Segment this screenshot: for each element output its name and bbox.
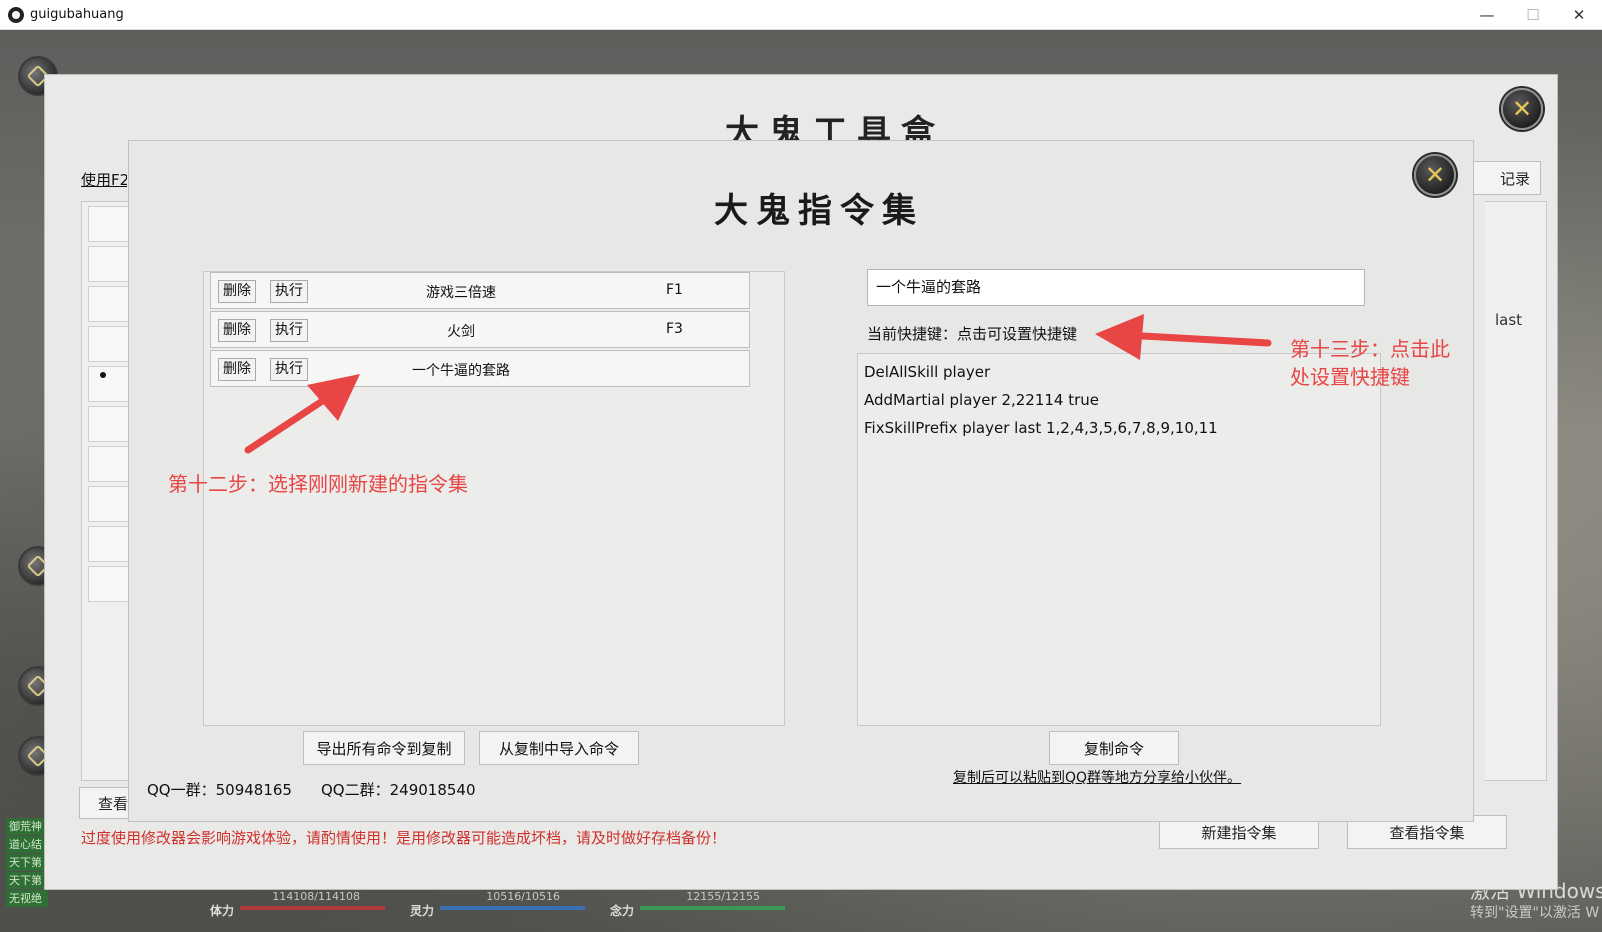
hotkey-setting-label[interactable]: 当前快捷键：点击可设置快捷键 xyxy=(867,323,1077,344)
side-status-tags: 御荒神 道心结 天下第 天下第 无视绝 xyxy=(6,818,48,908)
delete-button[interactable]: 删除 xyxy=(218,280,256,303)
qq-group-1: QQ一群：50948165 xyxy=(147,781,292,799)
status-tag[interactable]: 御荒神 xyxy=(6,818,48,835)
import-button[interactable]: 从复制中导入命令 xyxy=(479,731,639,765)
command-set-hotkey: F1 xyxy=(666,282,683,298)
command-set-row[interactable]: 删除 执行 游戏三倍速 F1 xyxy=(210,272,750,309)
step13-annotation-line1: 第十三步：点击此 xyxy=(1290,337,1450,361)
close-x-icon[interactable]: ✕ xyxy=(1414,154,1456,196)
command-line: AddMartial player 2,22114 true xyxy=(864,391,1100,409)
stat-fill xyxy=(640,906,785,910)
status-tag[interactable]: 道心结 xyxy=(6,836,48,853)
command-set-list: 删除 执行 游戏三倍速 F1 删除 执行 火剑 F3 删除 执行 一个牛逼的套路 xyxy=(203,271,785,726)
toolbox-hint: 使用F2 xyxy=(81,171,127,189)
window-title: guigubahuang xyxy=(30,7,124,22)
dialog-title: 大鬼指令集 xyxy=(714,191,924,231)
command-set-row[interactable]: 删除 执行 一个牛逼的套路 xyxy=(210,350,750,387)
status-tag[interactable]: 天下第 xyxy=(6,872,48,889)
command-set-name: 游戏三倍速 xyxy=(426,285,496,301)
stat-value: 114108/114108 xyxy=(272,890,360,903)
stat-fill xyxy=(440,906,585,910)
run-button[interactable]: 执行 xyxy=(270,319,308,342)
status-tag[interactable]: 无视绝 xyxy=(6,890,48,907)
command-set-name-input[interactable]: 一个牛逼的套路 xyxy=(867,269,1365,306)
run-button[interactable]: 执行 xyxy=(270,280,308,303)
stat-mp: 10516/10516 灵力 xyxy=(400,890,590,922)
stat-label: 体力 xyxy=(210,904,235,918)
toolbox-last-text: last xyxy=(1495,311,1523,329)
delete-button[interactable]: 删除 xyxy=(218,358,256,381)
qq-group-2: QQ二群：249018540 xyxy=(321,781,476,799)
warning-text: 过度使用修改器会影响游戏体验，请酌情使用！是用修改器可能造成坏档，请及时做好存档… xyxy=(81,829,727,847)
window-controls: — ☐ ✕ xyxy=(1464,0,1602,30)
stat-hp: 114108/114108 体力 xyxy=(200,890,390,922)
stat-value: 12155/12155 xyxy=(686,890,760,903)
command-set-name: 一个牛逼的套路 xyxy=(412,363,510,379)
stat-focus: 12155/12155 念力 xyxy=(600,890,790,922)
stat-label: 灵力 xyxy=(410,904,435,918)
app-logo-icon xyxy=(8,6,24,23)
close-window-button[interactable]: ✕ xyxy=(1556,0,1602,30)
close-x-icon[interactable]: ✕ xyxy=(1501,88,1543,130)
selection-bullet-icon xyxy=(100,372,106,378)
command-set-row[interactable]: 删除 执行 火剑 F3 xyxy=(210,311,750,348)
window-titlebar: guigubahuang — ☐ ✕ xyxy=(0,0,1602,30)
stat-fill xyxy=(240,906,385,910)
player-stats-bar: 114108/114108 体力 10516/10516 灵力 12155/12… xyxy=(200,890,785,922)
command-line: FixSkillPrefix player last 1,2,4,3,5,6,7… xyxy=(864,419,1218,437)
commands-textarea[interactable]: DelAllSkill player AddMartial player 2,2… xyxy=(857,353,1381,726)
minimize-button[interactable]: — xyxy=(1464,0,1510,30)
copy-commands-button[interactable]: 复制命令 xyxy=(1049,731,1179,765)
delete-button[interactable]: 删除 xyxy=(218,319,256,342)
stat-value: 10516/10516 xyxy=(486,890,560,903)
command-set-name: 火剑 xyxy=(447,324,475,340)
command-set-hotkey: F3 xyxy=(666,321,683,337)
status-tag[interactable]: 天下第 xyxy=(6,854,48,871)
run-button[interactable]: 执行 xyxy=(270,358,308,381)
stat-label: 念力 xyxy=(610,904,635,918)
copy-hint: 复制后可以粘贴到QQ群等地方分享给小伙伴。 xyxy=(953,770,1242,786)
toolbox-right-area xyxy=(1485,201,1547,781)
maximize-button[interactable]: ☐ xyxy=(1510,0,1556,30)
step13-annotation-line2: 处设置快捷键 xyxy=(1290,365,1410,389)
export-all-button[interactable]: 导出所有命令到复制 xyxy=(303,731,465,765)
step12-annotation: 第十二步：选择刚刚新建的指令集 xyxy=(168,472,468,496)
